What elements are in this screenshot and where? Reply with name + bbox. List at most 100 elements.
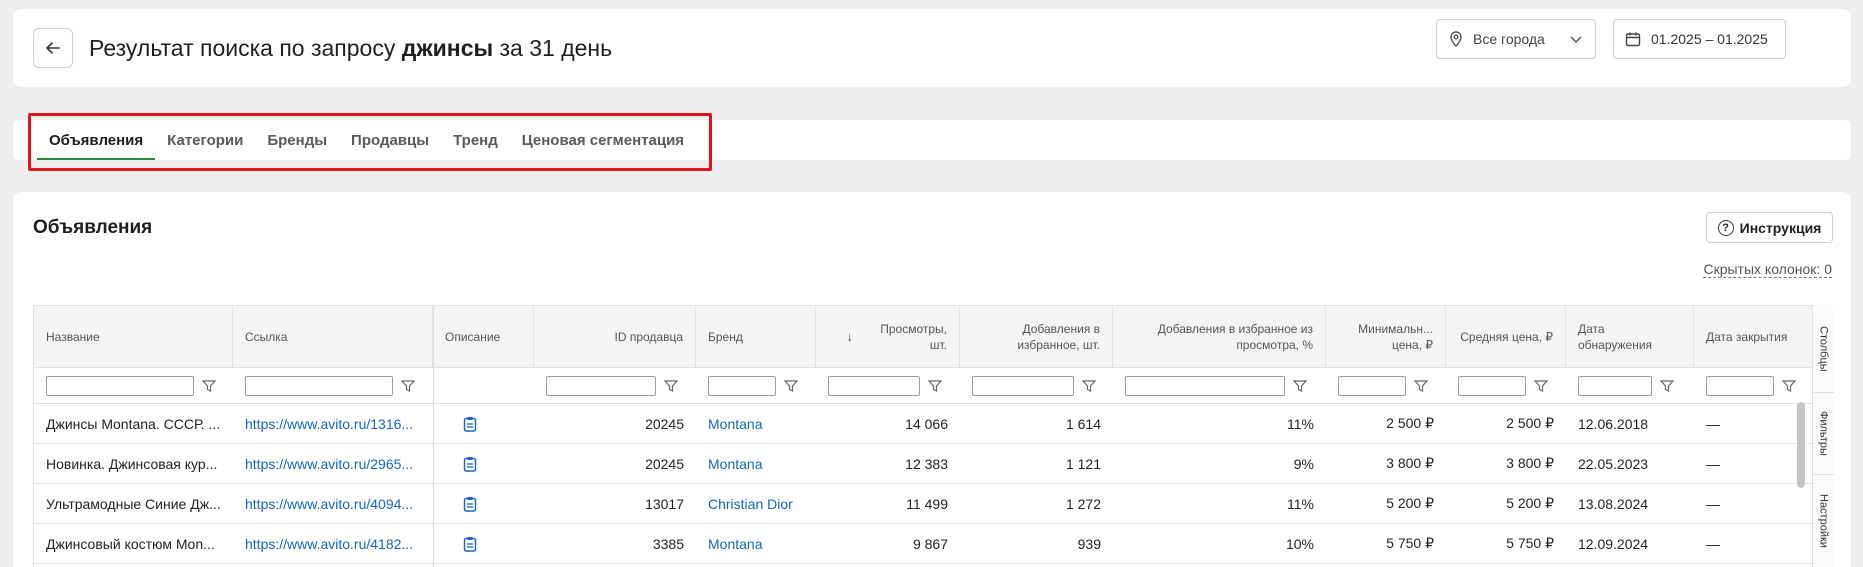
- col-header-views[interactable]: ↓ Просмотры, шт.: [816, 306, 960, 367]
- hidden-columns-link[interactable]: Скрытых колонок: 0: [1703, 262, 1832, 278]
- filter-input-min-price[interactable]: [1338, 375, 1406, 396]
- side-tab-settings[interactable]: Настройки: [1813, 475, 1834, 567]
- filter-icon[interactable]: [664, 379, 678, 392]
- filter-input-seller-id[interactable]: [546, 375, 656, 396]
- filter-cell-min-price: [1326, 368, 1446, 403]
- instruction-button[interactable]: ? Инструкция: [1706, 212, 1833, 243]
- listings-table: Название Ссылка Описание ID продавца Бре…: [33, 305, 1833, 567]
- clipboard-icon[interactable]: [463, 456, 477, 472]
- col-header-favorites-pct[interactable]: Добавления в избранное из просмотра, %: [1113, 306, 1326, 367]
- cell-link: https://www.avito.ru/1316...: [233, 404, 433, 443]
- filter-icon[interactable]: [1082, 379, 1096, 392]
- filter-cell-date-closed: [1694, 368, 1812, 403]
- back-button[interactable]: [33, 28, 73, 68]
- side-tab-settings-label: Настройки: [1817, 494, 1830, 548]
- brand-link[interactable]: Montana: [708, 456, 762, 472]
- col-header-min-price[interactable]: Минимальн... цена, ₽: [1326, 306, 1446, 367]
- col-header-description[interactable]: Описание: [433, 306, 534, 367]
- filter-input-views[interactable]: [828, 375, 920, 396]
- col-header-favorites[interactable]: Добавления в избранное, шт.: [960, 306, 1113, 367]
- listing-link[interactable]: https://www.avito.ru/4094...: [245, 496, 421, 512]
- brand-link[interactable]: Christian Dior: [708, 496, 793, 512]
- clipboard-icon[interactable]: [463, 496, 477, 512]
- clipboard-icon[interactable]: [463, 536, 477, 552]
- table-row: Ультрамодные Синие Дж... https://www.avi…: [34, 484, 1812, 524]
- col-header-name[interactable]: Название: [34, 306, 233, 367]
- help-icon: ?: [1717, 219, 1734, 236]
- table-scrollbar[interactable]: [1797, 402, 1805, 488]
- cell-favorites: 939: [1077, 535, 1101, 552]
- tab-brands[interactable]: Бренды: [255, 120, 339, 160]
- cell-favorites: 1 121: [1065, 455, 1101, 472]
- filter-input-favorites-pct[interactable]: [1125, 375, 1285, 396]
- location-pin-icon: [1450, 31, 1462, 47]
- col-header-avg-price[interactable]: Средняя цена, ₽: [1446, 306, 1566, 367]
- filter-cell-name: [34, 368, 233, 403]
- filter-icon[interactable]: [202, 379, 216, 392]
- col-header-seller-id[interactable]: ID продавца: [534, 306, 696, 367]
- cell-favorites: 1 614: [1065, 415, 1101, 432]
- filter-input-date-closed[interactable]: [1706, 375, 1774, 396]
- filter-input-favorites[interactable]: [972, 375, 1074, 396]
- cell-favorites-pct: 11%: [1287, 415, 1314, 432]
- cell-brand: Montana: [696, 404, 816, 443]
- filter-input-name[interactable]: [46, 375, 194, 396]
- tab-listings[interactable]: Объявления: [37, 120, 156, 160]
- filter-cell-views: [816, 368, 960, 403]
- tab-trend[interactable]: Тренд: [441, 120, 510, 160]
- side-tab-columns[interactable]: Столбцы: [1813, 305, 1834, 393]
- col-header-brand[interactable]: Бренд: [696, 306, 816, 367]
- date-range-picker[interactable]: 01.2025 – 01.2025: [1613, 19, 1786, 59]
- filter-icon[interactable]: [401, 379, 415, 392]
- date-range-label: 01.2025 – 01.2025: [1651, 31, 1768, 47]
- calendar-icon: [1625, 32, 1641, 47]
- cell-views: 14 066: [905, 415, 948, 432]
- clipboard-icon[interactable]: [463, 416, 477, 432]
- tab-sellers[interactable]: Продавцы: [339, 120, 441, 160]
- cell-brand: Montana: [696, 524, 816, 563]
- filter-icon[interactable]: [1414, 379, 1428, 392]
- cell-date-found: 12.06.2018: [1578, 415, 1649, 432]
- listing-link[interactable]: https://www.avito.ru/1316...: [245, 416, 421, 432]
- filter-icon[interactable]: [784, 379, 798, 392]
- filter-cell-seller: [534, 368, 696, 403]
- table-row: Джинсовый костюм Mon... https://www.avit…: [34, 524, 1812, 564]
- filter-icon[interactable]: [928, 379, 942, 392]
- cell-avg-price: 5 200 ₽: [1506, 495, 1554, 511]
- col-header-date-closed[interactable]: Дата закрытия: [1694, 306, 1812, 367]
- chevron-down-icon: [1570, 36, 1582, 44]
- filter-icon[interactable]: [1534, 379, 1548, 392]
- col-header-date-found[interactable]: Дата обнаружения: [1566, 306, 1694, 367]
- sort-desc-icon: ↓: [846, 328, 854, 344]
- cell-name: Ультрамодные Синие Дж...: [34, 484, 233, 523]
- filter-input-link[interactable]: [245, 375, 393, 396]
- cell-link: https://www.avito.ru/4182...: [233, 524, 433, 563]
- cell-name: Новинка. Джинсовая кур...: [34, 444, 233, 483]
- cell-seller-id: 20245: [645, 415, 684, 432]
- cell-date-closed: —: [1706, 535, 1720, 552]
- brand-link[interactable]: Montana: [708, 416, 762, 432]
- section-title: Объявления: [33, 217, 153, 238]
- brand-link[interactable]: Montana: [708, 536, 762, 552]
- side-tab-filters[interactable]: Фильтры: [1813, 393, 1834, 475]
- listing-link[interactable]: https://www.avito.ru/4182...: [245, 536, 421, 552]
- cell-link: https://www.avito.ru/4094...: [233, 484, 433, 523]
- filter-input-date-found[interactable]: [1578, 375, 1652, 396]
- cell-views: 9 867: [912, 535, 948, 552]
- col-header-link[interactable]: Ссылка: [233, 306, 433, 367]
- cell-date-found: 13.08.2024: [1578, 495, 1649, 512]
- table-filter-row: [34, 368, 1812, 404]
- filter-icon[interactable]: [1782, 379, 1796, 392]
- tab-price-segmentation[interactable]: Ценовая сегментация: [510, 120, 696, 160]
- tab-bar: Объявления Категории Бренды Продавцы Тре…: [37, 120, 696, 160]
- filter-input-brand[interactable]: [708, 375, 776, 396]
- filter-icon[interactable]: [1660, 379, 1674, 392]
- city-select[interactable]: Все города: [1436, 19, 1596, 59]
- title-prefix: Результат поиска по запросу: [89, 35, 396, 61]
- cell-favorites-pct: 9%: [1293, 455, 1314, 472]
- filter-input-avg-price[interactable]: [1458, 375, 1526, 396]
- filter-icon[interactable]: [1293, 379, 1307, 392]
- arrow-left-icon: [46, 42, 60, 54]
- listing-link[interactable]: https://www.avito.ru/2965...: [245, 456, 421, 472]
- tab-categories[interactable]: Категории: [155, 120, 255, 160]
